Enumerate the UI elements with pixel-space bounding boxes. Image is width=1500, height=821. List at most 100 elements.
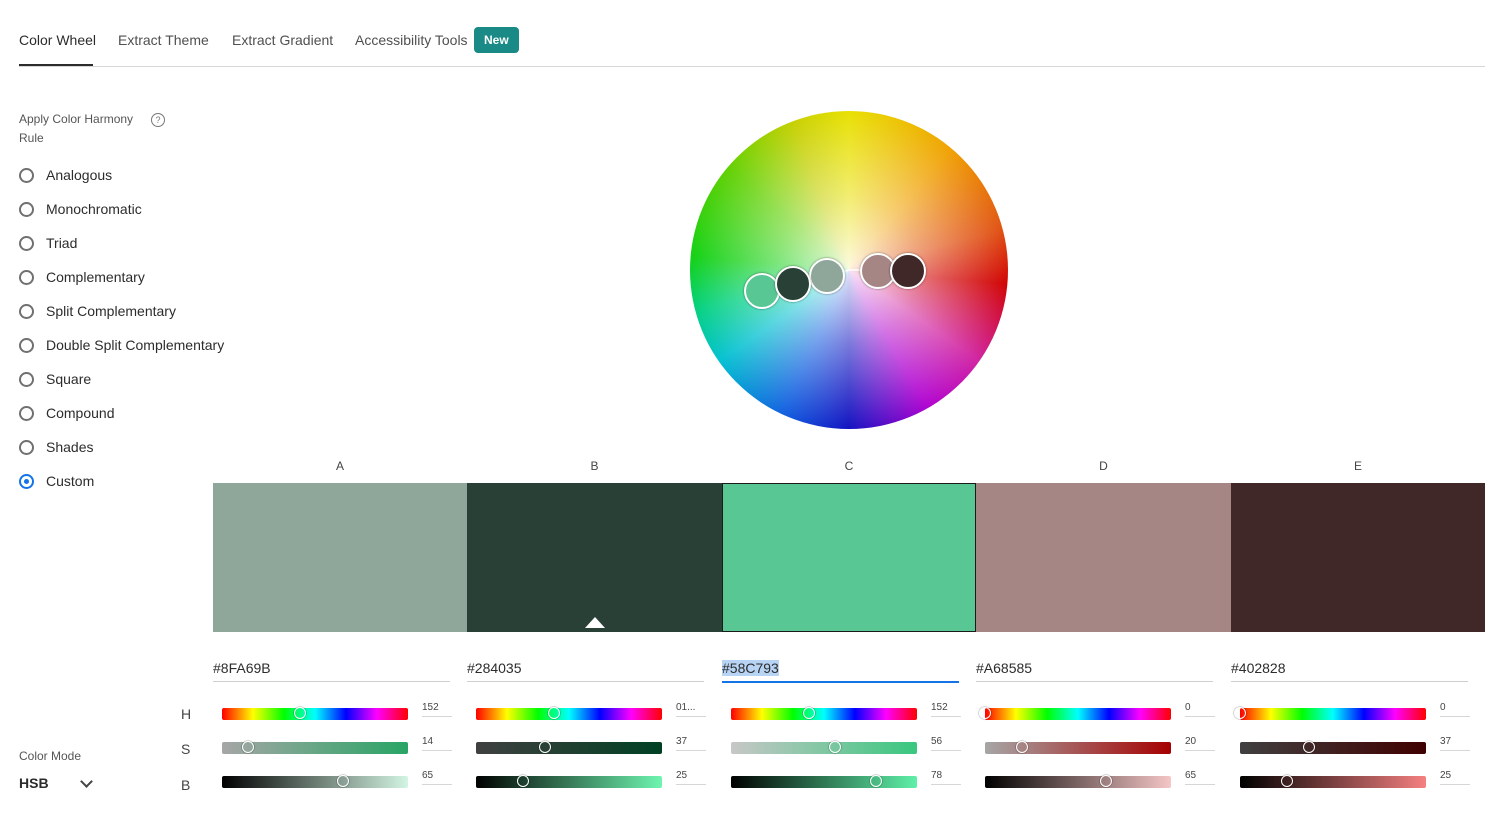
radio-button[interactable] [19, 303, 34, 319]
hue-slider-thumb[interactable] [294, 707, 307, 719]
brightness-slider[interactable] [476, 775, 662, 788]
chevron-down-icon[interactable] [80, 775, 93, 788]
wheel-marker-c[interactable] [744, 273, 780, 309]
brightness-slider-thumb[interactable] [1280, 775, 1293, 787]
hue-slider[interactable] [222, 707, 408, 720]
harmony-option-label: Shades [46, 439, 94, 455]
radio-button[interactable] [19, 439, 34, 455]
saturation-slider-thumb[interactable] [538, 741, 551, 753]
brightness-slider-thumb[interactable] [1099, 775, 1112, 787]
base-color-indicator [585, 617, 605, 628]
harmony-option[interactable]: Complementary [19, 266, 145, 288]
radio-button[interactable] [19, 405, 34, 421]
column-letter: A [335, 459, 344, 473]
brightness-slider-thumb[interactable] [336, 775, 349, 787]
tab-color-wheel[interactable]: Color Wheel [19, 32, 96, 48]
color-swatch[interactable] [722, 483, 976, 632]
saturation-value[interactable]: 20 [1185, 736, 1215, 751]
hue-slider-thumb[interactable] [548, 707, 561, 719]
wheel-marker-b[interactable] [775, 266, 811, 302]
active-tab-indicator [19, 64, 93, 66]
brightness-slider-thumb[interactable] [870, 775, 883, 787]
brightness-slider-thumb[interactable] [516, 775, 529, 787]
brightness-slider[interactable] [222, 775, 408, 788]
hue-value[interactable]: 152 [931, 702, 961, 717]
saturation-slider-thumb[interactable] [1016, 741, 1029, 753]
hue-slider-thumb[interactable] [803, 707, 816, 719]
tab-extract-gradient[interactable]: Extract Gradient [232, 32, 333, 48]
brightness-slider[interactable] [731, 775, 917, 788]
hue-slider[interactable] [476, 707, 662, 720]
harmony-option[interactable]: Shades [19, 436, 93, 458]
saturation-slider-thumb[interactable] [1302, 741, 1315, 753]
harmony-option-label: Double Split Complementary [46, 337, 225, 353]
harmony-option[interactable]: Custom [19, 470, 94, 492]
saturation-slider-thumb[interactable] [829, 741, 842, 753]
question-icon[interactable]: ? [151, 113, 165, 127]
harmony-option-label: Square [46, 371, 92, 387]
wheel-marker-a[interactable] [809, 258, 845, 294]
harmony-option[interactable]: Split Complementary [19, 300, 176, 322]
color-swatch[interactable] [976, 483, 1231, 632]
hex-input[interactable]: #402828 [1231, 657, 1468, 682]
brightness-row-label: B [181, 777, 191, 793]
saturation-slider[interactable] [476, 741, 662, 754]
radio-button[interactable] [19, 167, 34, 183]
harmony-option[interactable]: Triad [19, 232, 77, 254]
saturation-value[interactable]: 14 [422, 736, 452, 751]
radio-button[interactable] [19, 235, 34, 251]
wheel-marker-e[interactable] [890, 253, 926, 289]
brightness-value[interactable]: 65 [1185, 770, 1215, 785]
brightness-value[interactable]: 78 [931, 770, 961, 785]
saturation-slider[interactable] [731, 741, 917, 754]
hue-value[interactable]: 0 [1185, 702, 1215, 717]
radio-button[interactable] [19, 201, 34, 217]
saturation-slider[interactable] [222, 741, 408, 754]
color-swatch[interactable] [467, 483, 722, 632]
tab-extract-theme[interactable]: Extract Theme [118, 32, 209, 48]
saturation-value[interactable]: 37 [1440, 736, 1470, 751]
tab-bar: Color Wheel Extract Theme Extract Gradie… [19, 22, 1485, 67]
hex-input[interactable]: #284035 [467, 657, 704, 682]
radio-button[interactable] [19, 371, 34, 387]
color-swatch[interactable] [1231, 483, 1485, 632]
harmony-option[interactable]: Monochromatic [19, 198, 142, 220]
hex-input[interactable]: #8FA69B [213, 657, 450, 682]
saturation-value[interactable]: 37 [676, 736, 706, 751]
harmony-option[interactable]: Square [19, 368, 91, 390]
radio-button[interactable] [19, 337, 34, 353]
tab-accessibility-tools[interactable]: Accessibility Tools [355, 32, 468, 48]
harmony-option[interactable]: Compound [19, 402, 115, 424]
brightness-slider[interactable] [985, 775, 1171, 788]
hex-input[interactable]: #58C793 [722, 657, 959, 683]
brightness-slider[interactable] [1240, 775, 1426, 788]
harmony-rule-label: Apply Color Harmony Rule [19, 112, 134, 145]
radio-button[interactable] [19, 473, 34, 489]
brightness-value[interactable]: 65 [422, 770, 452, 785]
hue-value[interactable]: 0 [1440, 702, 1470, 717]
harmony-option-label: Triad [46, 235, 78, 251]
color-wheel[interactable] [690, 111, 1008, 429]
saturation-slider[interactable] [1240, 741, 1426, 754]
radio-button[interactable] [19, 269, 34, 285]
saturation-slider-thumb[interactable] [242, 741, 255, 753]
harmony-option[interactable]: Analogous [19, 164, 112, 186]
hue-slider-thumb[interactable] [1234, 707, 1246, 719]
harmony-option-label: Custom [46, 473, 95, 489]
saturation-slider[interactable] [985, 741, 1171, 754]
harmony-option[interactable]: Double Split Complementary [19, 334, 224, 356]
brightness-value[interactable]: 25 [1440, 770, 1470, 785]
hue-slider-thumb[interactable] [979, 707, 991, 719]
hue-slider[interactable] [731, 707, 917, 720]
hue-value[interactable]: 01... [676, 702, 706, 717]
color-swatch[interactable] [213, 483, 467, 632]
wheel-connector-lines [761, 269, 908, 292]
hue-slider[interactable] [1234, 707, 1426, 720]
hue-value[interactable]: 152 [422, 702, 452, 717]
new-badge: New [474, 27, 519, 53]
brightness-value[interactable]: 25 [676, 770, 706, 785]
color-mode-select[interactable]: HSB [19, 775, 49, 791]
hue-slider[interactable] [979, 707, 1171, 720]
saturation-value[interactable]: 56 [931, 736, 961, 751]
hex-input[interactable]: #A68585 [976, 657, 1213, 682]
